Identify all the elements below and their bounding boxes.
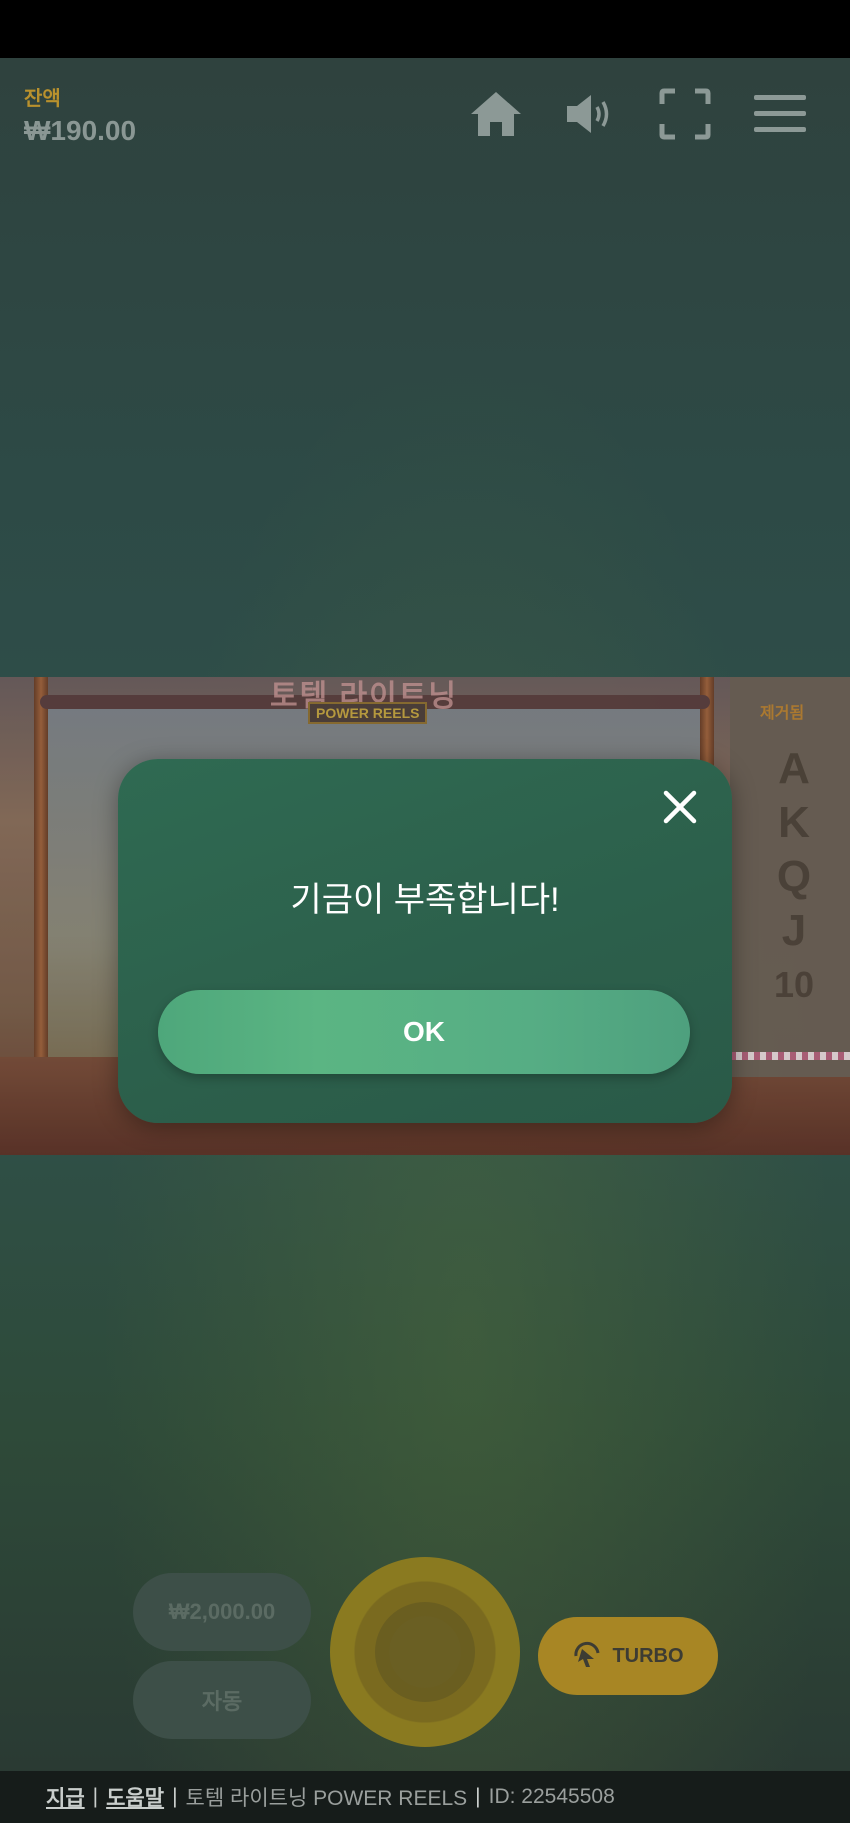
spin-button[interactable]	[330, 1557, 520, 1747]
menu-icon[interactable]	[750, 84, 810, 144]
footer-separator: |	[172, 1785, 178, 1808]
symbol-a: A	[778, 744, 810, 793]
turbo-button[interactable]: TURBO	[538, 1617, 718, 1695]
removed-symbols-list: A K Q J 10	[768, 742, 820, 1012]
close-icon[interactable]	[658, 785, 702, 829]
speaker-icon[interactable]	[560, 84, 620, 144]
footer-separator: |	[92, 1785, 99, 1808]
footer-game-name: 토템 라이트닝 POWER REELS	[185, 1787, 468, 1810]
symbol-j: J	[781, 906, 807, 955]
removed-symbols-header: 제거됨	[760, 705, 805, 722]
payout-link[interactable]: 지급	[46, 1782, 85, 1812]
symbol-10: 10	[773, 964, 815, 1005]
turbo-icon	[574, 1641, 600, 1667]
balance-value: ₩190.00	[24, 115, 137, 146]
help-link[interactable]: 도움말	[106, 1782, 164, 1812]
footer-game-id: ID: 22545508	[488, 1785, 615, 1808]
spin-icon	[375, 1602, 475, 1702]
bet-button[interactable]: ₩2,000.00	[133, 1573, 311, 1651]
removed-symbols-panel: 제거됨 A K Q J 10	[730, 677, 850, 1077]
status-bar	[0, 0, 850, 58]
symbol-q: Q	[776, 852, 812, 901]
symbol-k: K	[778, 798, 810, 847]
turbo-label: TURBO	[612, 1644, 684, 1667]
autoplay-button[interactable]: 자동	[133, 1661, 311, 1739]
decorative-stripe	[730, 1052, 850, 1060]
insufficient-funds-dialog: 기금이 부족합니다! OK	[118, 759, 732, 1123]
footer-separator: |	[475, 1785, 481, 1808]
game-subtitle: POWER REELS	[308, 702, 428, 724]
ok-button[interactable]: OK	[158, 990, 690, 1074]
home-icon[interactable]	[466, 84, 526, 144]
balance-label: 잔액	[24, 88, 61, 110]
fullscreen-icon[interactable]	[655, 84, 715, 144]
balance-display: 잔액 ₩190.00	[24, 82, 136, 147]
dialog-message: 기금이 부족합니다!	[290, 881, 560, 919]
footer-bar: 지급 | 도움말 | 토템 라이트닝 POWER REELS | ID: 225…	[0, 1771, 850, 1823]
